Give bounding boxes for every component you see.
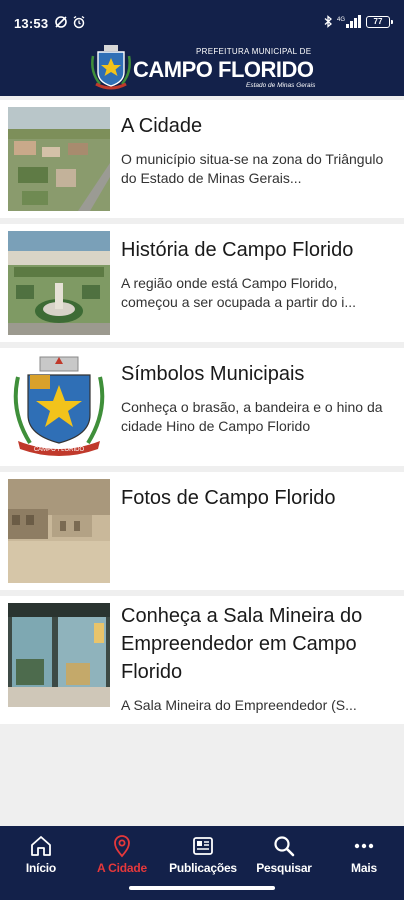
home-icon	[31, 836, 51, 856]
article-description: Conheça o brasão, a bandeira e o hino da…	[121, 399, 383, 434]
signal-icon: 4G	[337, 15, 361, 28]
brand-prefix: PREFEITURA MUNICIPAL DE	[196, 47, 312, 56]
article-card[interactable]: Fotos de Campo Florido	[0, 472, 404, 590]
nav-label: Publicações	[169, 861, 237, 875]
article-description: O município situa-se na zona do Triângul…	[121, 151, 384, 186]
no-sync-icon	[55, 16, 67, 28]
status-bar: 13:53 4G 77	[0, 0, 404, 44]
article-card[interactable]: Conheça a Sala Mineira do Empreendedor e…	[0, 596, 404, 724]
app-header: PREFEITURA MUNICIPAL DE CAMPO FLORIDO Es…	[0, 44, 404, 96]
nav-item-a-cidade[interactable]: A Cidade	[82, 826, 162, 882]
coat-of-arms-thumbnail: CAMPO FLORIDO	[8, 353, 110, 461]
crest-banner-text: CAMPO FLORIDO	[34, 447, 85, 453]
battery-icon: 77	[366, 15, 393, 28]
brand-state: Estado de Minas Gerais	[246, 82, 316, 89]
article-card[interactable]: CAMPO FLORIDO Símbolos Municipais Conheç…	[0, 348, 404, 466]
bluetooth-icon	[324, 15, 332, 28]
crest-logo-icon	[91, 45, 131, 90]
newspaper-icon	[193, 837, 213, 855]
nav-item-mais[interactable]: Mais	[324, 826, 404, 882]
brand-name: CAMPO FLORIDO	[133, 57, 314, 82]
location-pin-icon	[114, 835, 130, 858]
more-dots-icon	[354, 843, 374, 849]
article-title: A Cidade	[121, 115, 203, 137]
nav-label: Mais	[351, 861, 377, 875]
article-description: A região onde está Campo Florido, começo…	[121, 275, 357, 310]
article-title: Fotos de Campo Florido	[121, 487, 336, 509]
city-aerial-thumbnail	[8, 107, 110, 211]
home-indicator[interactable]	[129, 886, 275, 890]
article-card[interactable]: A Cidade O município situa-se na zona do…	[0, 100, 404, 218]
search-icon	[274, 836, 295, 857]
nav-item-publicacoes[interactable]: Publicações	[163, 826, 243, 882]
nav-label: Pesquisar	[256, 861, 312, 875]
alarm-icon	[73, 15, 85, 29]
article-title: Símbolos Municipais	[121, 363, 305, 385]
nav-label: A Cidade	[97, 861, 147, 875]
status-time: 13:53	[14, 16, 49, 31]
article-description: A Sala Mineira do Empreendedor (S...	[121, 697, 357, 713]
svg-text:4G: 4G	[337, 17, 345, 23]
nav-item-pesquisar[interactable]: Pesquisar	[244, 826, 324, 882]
article-card[interactable]: História de Campo Florido A região onde …	[0, 224, 404, 342]
monument-square-thumbnail	[8, 231, 110, 335]
office-front-thumbnail	[8, 603, 110, 707]
article-title: História de Campo Florido	[121, 239, 354, 261]
old-photo-thumbnail	[8, 479, 110, 583]
nav-item-inicio[interactable]: Início	[1, 826, 81, 882]
article-title: Conheça a Sala Mineira do Empreendedor e…	[121, 605, 363, 683]
nav-label: Início	[25, 861, 57, 875]
